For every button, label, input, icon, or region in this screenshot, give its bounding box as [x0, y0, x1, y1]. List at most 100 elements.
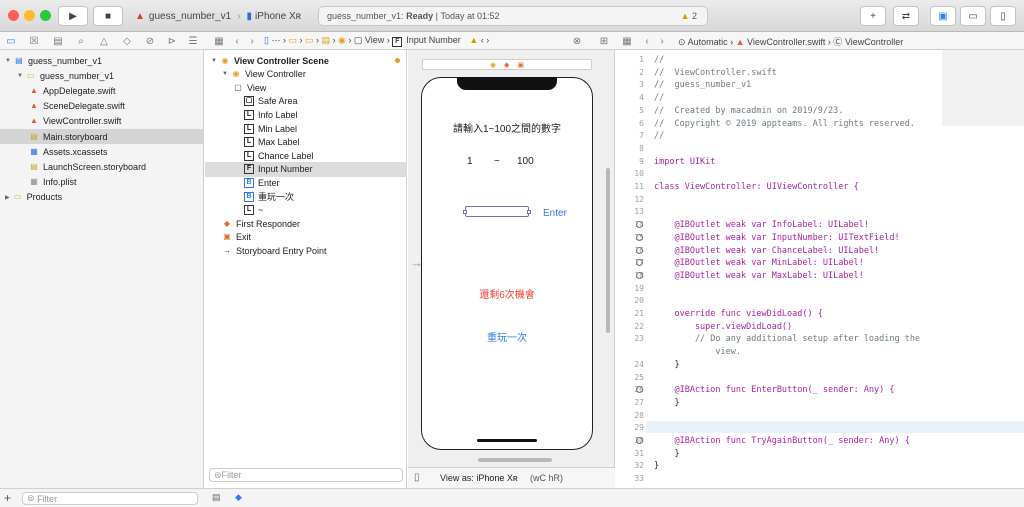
exit-icon[interactable]: ▣	[517, 61, 524, 69]
back-icon[interactable]: ‹	[230, 34, 244, 48]
connection-dot-icon[interactable]	[636, 271, 643, 279]
line-number: 9	[639, 156, 644, 166]
disclosure-icon[interactable]: ▼	[211, 58, 217, 64]
zoom-window-button[interactable]	[40, 10, 51, 21]
code-line: }	[654, 461, 660, 472]
navigator-item[interactable]: ▲ AppDelegate.swift	[0, 83, 204, 98]
plus-icon[interactable]: +	[4, 491, 11, 505]
tilde-label[interactable]: ~	[494, 156, 500, 167]
vertical-scrollbar[interactable]	[606, 168, 610, 333]
swap-arrows-icon: ⇄	[901, 10, 911, 22]
disclosure-icon[interactable]: ▼	[5, 58, 11, 64]
storyboard-icon: ▤	[30, 131, 38, 141]
document-outline: ▼ ◉ View Controller Scene ▼ ◉ View Controller…	[205, 50, 407, 488]
outline-item[interactable]: → Storyboard Entry Point	[205, 243, 407, 258]
back-forward-button[interactable]: ⇄	[893, 6, 919, 26]
storyboard-icon: ▤	[30, 161, 38, 171]
run-button[interactable]: ▶	[58, 6, 88, 26]
assistant-icon[interactable]: ⊗	[570, 34, 584, 48]
forward-icon[interactable]: ›	[245, 34, 259, 48]
code-line: import UIKit	[654, 156, 716, 167]
connection-dot-icon[interactable]	[636, 233, 643, 241]
navigator-item[interactable]: ▤ Main.storyboard	[0, 129, 204, 144]
max-label[interactable]: 100	[517, 156, 534, 167]
horizontal-scrollbar[interactable]	[478, 458, 552, 462]
navigator-item-label: Assets.xcassets	[43, 146, 108, 157]
library-button[interactable]: +	[860, 6, 886, 26]
related-items-icon[interactable]: ▦	[212, 34, 226, 48]
toggle-inspector-button[interactable]: ▯	[990, 6, 1016, 26]
toggle-debug-button[interactable]: ▭	[960, 6, 986, 26]
close-window-button[interactable]	[8, 10, 19, 21]
toggle-outline-icon[interactable]: ▯	[414, 472, 420, 483]
label-icon: L	[244, 150, 254, 161]
input-number-field[interactable]	[463, 206, 531, 217]
debug-icon[interactable]: ⊘	[143, 34, 157, 48]
report-icon[interactable]: ☰	[186, 34, 200, 48]
bottom-panel-icon: ▭	[968, 10, 978, 22]
retry-button[interactable]: 重玩一次	[422, 329, 592, 344]
issue-icon[interactable]: △	[97, 34, 111, 48]
chevron-right-icon: ›	[237, 10, 241, 22]
outline-item-label: Max Label	[258, 137, 300, 148]
navigator-item-label: SceneDelegate.swift	[43, 101, 126, 112]
view-as-label[interactable]: View as: iPhone Xʀ	[440, 473, 518, 483]
search-icon[interactable]: ⌕	[74, 34, 88, 48]
stop-button[interactable]: ■	[93, 6, 123, 26]
source-control-icon[interactable]: ☒	[27, 34, 41, 48]
disclosure-icon[interactable]: ▼	[17, 73, 23, 79]
navigator-item[interactable]: ▲ ViewController.swift	[0, 114, 204, 129]
scheme-selector[interactable]: ▲ guess_number_v1 › ▮ iPhone Xʀ	[128, 6, 312, 26]
view-controller-icon[interactable]: ◉	[490, 61, 496, 69]
first-responder-icon[interactable]: ◆	[504, 61, 509, 69]
forward-icon[interactable]: ›	[655, 34, 669, 48]
navigator-item[interactable]: ▤ LaunchScreen.storyboard	[0, 159, 204, 174]
navigator-item[interactable]: ▶ ▭ Products	[0, 190, 204, 205]
jump-automatic: Automatic	[687, 37, 728, 47]
outline-filter-field[interactable]: ⊜ Filter	[209, 468, 403, 482]
navigator-item[interactable]: ▦ Assets.xcassets	[0, 144, 204, 159]
navigator-item[interactable]: ▼ ▤ guess_number_v1	[0, 53, 204, 68]
symbol-icon[interactable]: ▤	[51, 34, 65, 48]
storyboard-canvas[interactable]: → ◉ ◆ ▣ 請輸入1~100之間的數字 1 ~ 100 Enter 還剩6次機會…	[408, 50, 615, 488]
line-number: 20	[634, 296, 644, 306]
code-line: override func viewDidLoad() {	[654, 309, 823, 319]
canvas-thumbnail-icon[interactable]: ▤	[212, 492, 221, 503]
project-navigator: ▼ ▤ guess_number_v1 ▼ ▭ guess_number_v1 ▲ AppDe…	[0, 50, 204, 488]
disclosure-icon[interactable]: ▶	[5, 194, 10, 201]
min-label[interactable]: 1	[467, 156, 473, 167]
info-label[interactable]: 請輸入1~100之間的數字	[422, 120, 592, 135]
warning-icon[interactable]: ▲ 2	[681, 11, 697, 21]
toggle-navigator-button[interactable]: ▣	[930, 6, 956, 26]
class-icon: Ⓒ	[833, 37, 843, 47]
line-number: 28	[634, 410, 644, 420]
add-editor-icon[interactable]: ⊞	[597, 34, 611, 48]
related-items-icon[interactable]: ▦	[620, 34, 634, 48]
exit-icon: ▣	[223, 232, 231, 242]
navigator-filter-field[interactable]: ⊜ Filter	[22, 492, 198, 505]
jump-view: View	[364, 35, 385, 45]
jump-bar-canvas[interactable]: ▯ ⋯ › ▭ › ▭ › ▤ › ◉ › ▢ View › F Input Nu…	[264, 35, 489, 47]
test-icon[interactable]: ◇	[120, 34, 134, 48]
bottom-bar: + ⊜ Filter ▤ ◆	[0, 488, 1024, 507]
navigator-item[interactable]: ▲ SceneDelegate.swift	[0, 99, 204, 114]
navigator-item[interactable]: ▼ ▭ guess_number_v1	[0, 68, 204, 83]
outline-item-label: Storyboard Entry Point	[236, 245, 327, 256]
minimize-window-button[interactable]	[24, 10, 35, 21]
connection-dot-icon[interactable]	[636, 246, 643, 254]
back-icon[interactable]: ‹	[640, 34, 654, 48]
code-editor[interactable]: 1 // 2 // ViewController.swift 3 // guess_num…	[616, 50, 1024, 488]
filter-icon: ⊜	[214, 469, 222, 480]
scene-dock[interactable]: ◉ ◆ ▣	[422, 59, 592, 70]
line-number: 2	[639, 67, 644, 77]
connection-dot-icon[interactable]	[636, 437, 643, 444]
jump-bar-editor[interactable]: ⊙ Automatic › ▲ ViewController.swift › Ⓒ…	[678, 35, 903, 48]
play-icon: ▶	[69, 10, 77, 22]
folder-icon[interactable]: ▭	[4, 34, 18, 48]
enter-button[interactable]: Enter	[543, 208, 567, 219]
breakpoint-icon[interactable]: ⊳	[165, 34, 179, 48]
disclosure-icon[interactable]: ▼	[222, 71, 228, 77]
tag-icon[interactable]: ◆	[235, 492, 242, 503]
chance-label[interactable]: 還剩6次機會	[422, 286, 592, 301]
navigator-item[interactable]: ▦ Info.plist	[0, 175, 204, 190]
